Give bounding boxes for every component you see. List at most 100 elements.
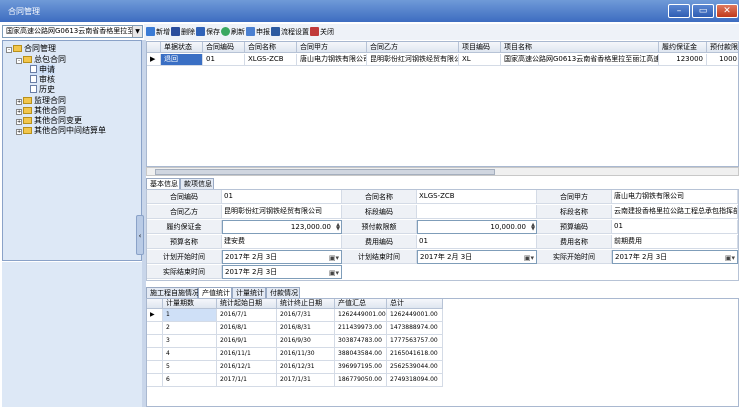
column-header[interactable]: 总计	[387, 299, 443, 309]
spinner-icon[interactable]: ▲ ▼	[529, 223, 535, 232]
tab-measure-stats[interactable]: 计量统计	[232, 287, 266, 298]
close-button[interactable]: 关闭	[310, 27, 334, 37]
column-header[interactable]: 统计终止日期	[277, 299, 335, 309]
row-indicator[interactable]	[147, 335, 163, 348]
table-cell[interactable]: 2016/12/1	[217, 361, 277, 374]
collapse-panel-button[interactable]: ‹	[136, 215, 144, 255]
tab-payment-status[interactable]: 付款情况	[266, 287, 300, 298]
table-cell[interactable]: 2	[163, 322, 217, 335]
plan-end-date-picker[interactable]: 2017年 2月 3日 ▣▾	[417, 250, 537, 264]
scrollbar-thumb[interactable]	[155, 169, 495, 175]
budget-name-field[interactable]: 建安费	[222, 235, 342, 249]
budget-code-field[interactable]: 01	[612, 220, 738, 234]
table-cell[interactable]: 昆明彰份红河钢铁经贸有限公	[367, 54, 459, 66]
collapse-icon[interactable]: -	[6, 47, 12, 53]
table-cell[interactable]: 3	[163, 335, 217, 348]
column-header[interactable]: 合同乙方	[367, 42, 459, 53]
table-cell[interactable]: 2165041618.00	[387, 348, 443, 361]
calendar-icon[interactable]: ▣▾	[725, 252, 735, 263]
column-header[interactable]: 项目编码	[459, 42, 501, 53]
fee-code-field[interactable]: 01	[417, 235, 537, 249]
deposit-input[interactable]: 123,000.00 ▲ ▼	[222, 220, 342, 234]
actual-start-date-picker[interactable]: 2017年 2月 3日 ▣▾	[612, 250, 738, 264]
table-cell[interactable]: 1262449001.00	[387, 309, 443, 322]
table-cell[interactable]: 388043584.00	[335, 348, 387, 361]
column-header[interactable]: 项目名称	[501, 42, 659, 53]
table-cell[interactable]: 01	[203, 54, 245, 66]
table-cell[interactable]: 2016/8/1	[217, 322, 277, 335]
table-cell[interactable]: 1473888974.00	[387, 322, 443, 335]
tab-basic-info[interactable]: 基本信息	[146, 178, 180, 189]
contract-code-field[interactable]: 01	[222, 190, 342, 204]
table-cell[interactable]: 2016/12/31	[277, 361, 335, 374]
table-cell[interactable]: 303874783.00	[335, 335, 387, 348]
contract-name-field[interactable]: XLGS-ZCB	[417, 190, 537, 204]
table-cell[interactable]: 2016/7/31	[277, 309, 335, 322]
table-cell[interactable]: 186779050.00	[335, 374, 387, 387]
table-cell[interactable]: 2017/1/31	[277, 374, 335, 387]
table-cell[interactable]: 1262449001.00	[335, 309, 387, 322]
column-header[interactable]: 合同甲方	[297, 42, 367, 53]
calendar-icon[interactable]: ▣▾	[524, 252, 534, 263]
actual-end-date-picker[interactable]: 2017年 2月 3日 ▣▾	[222, 265, 342, 279]
column-header[interactable]: 产值汇总	[335, 299, 387, 309]
table-cell[interactable]: 国家高速公路网G0613云南省香格里拉至丽江高速公路	[501, 54, 659, 66]
column-header[interactable]: 预付款限额	[707, 42, 738, 53]
row-indicator[interactable]: ▶	[147, 309, 163, 322]
table-cell[interactable]: 2016/9/30	[277, 335, 335, 348]
table-cell[interactable]: 4	[163, 348, 217, 361]
calendar-icon[interactable]: ▣▾	[329, 252, 339, 263]
table-cell[interactable]: 2562539044.00	[387, 361, 443, 374]
tab-payment-info[interactable]: 款项信息	[180, 178, 214, 189]
row-indicator[interactable]	[147, 348, 163, 361]
table-cell[interactable]: XLGS-ZCB	[245, 54, 297, 66]
refresh-button[interactable]: 刷新	[221, 27, 245, 37]
column-header[interactable]: 计量期数	[163, 299, 217, 309]
table-cell[interactable]: XL	[459, 54, 501, 66]
table-cell[interactable]: 2016/11/1	[217, 348, 277, 361]
table-cell[interactable]: 6	[163, 374, 217, 387]
close-window-button[interactable]: ✕	[716, 4, 738, 18]
calendar-icon[interactable]: ▣▾	[329, 267, 339, 278]
table-cell[interactable]: 2016/11/30	[277, 348, 335, 361]
spinner-icon[interactable]: ▲ ▼	[334, 223, 340, 232]
project-select[interactable]: 国家高速公路网G0613云南省香格里拉至丽 ▼	[2, 25, 143, 38]
bid-code-field[interactable]	[417, 205, 537, 219]
row-indicator[interactable]: ▶	[147, 54, 161, 66]
row-indicator[interactable]	[147, 322, 163, 335]
minimize-button[interactable]: –	[668, 4, 690, 18]
expand-icon[interactable]: +	[16, 129, 22, 135]
table-cell[interactable]: 2016/7/1	[217, 309, 277, 322]
table-cell[interactable]: 唐山电力钢铁有限公司	[297, 54, 367, 66]
column-header[interactable]: 统计起始日期	[217, 299, 277, 309]
table-cell[interactable]: 2016/8/31	[277, 322, 335, 335]
row-indicator[interactable]	[147, 374, 163, 387]
table-cell[interactable]: 退回	[161, 54, 203, 66]
collapse-icon[interactable]: -	[16, 58, 22, 64]
column-header[interactable]: 合同编码	[203, 42, 245, 53]
workflow-settings-button[interactable]: 流程设置	[271, 27, 309, 37]
tree-node-other-interim[interactable]: + 其他合同中间结算单	[16, 125, 106, 136]
table-cell[interactable]: 123000	[659, 54, 707, 66]
table-cell[interactable]: 5	[163, 361, 217, 374]
horizontal-scrollbar[interactable]	[146, 167, 739, 176]
party-b-field[interactable]: 昆明彰份红河钢铁经贸有限公司	[222, 205, 342, 219]
save-button[interactable]: 保存	[196, 27, 220, 37]
table-cell[interactable]: 2017/1/1	[217, 374, 277, 387]
tab-construction[interactable]: 施工程自施情况	[146, 287, 199, 298]
tab-output-stats[interactable]: 产值统计	[198, 287, 232, 298]
table-cell[interactable]: 2749318094.00	[387, 374, 443, 387]
table-cell[interactable]: 211439973.00	[335, 322, 387, 335]
column-header[interactable]: 单据状态	[161, 42, 203, 53]
bid-name-field[interactable]: 云南建投香格里拉公路工程总承包指挥部	[612, 205, 738, 219]
advance-limit-input[interactable]: 10,000.00 ▲ ▼	[417, 220, 537, 234]
delete-button[interactable]: 删除	[171, 27, 195, 37]
add-button[interactable]: 新增	[146, 27, 170, 37]
party-a-field[interactable]: 唐山电力钢铁有限公司	[612, 190, 738, 204]
tree-node-root[interactable]: - 合同管理	[6, 43, 56, 54]
table-cell[interactable]: 1	[163, 309, 217, 322]
column-header[interactable]: 履约保证金	[659, 42, 707, 53]
tree-node-history[interactable]: 历史	[30, 84, 55, 95]
column-header[interactable]: 合同名称	[245, 42, 297, 53]
restore-button[interactable]: ▭	[692, 4, 714, 18]
